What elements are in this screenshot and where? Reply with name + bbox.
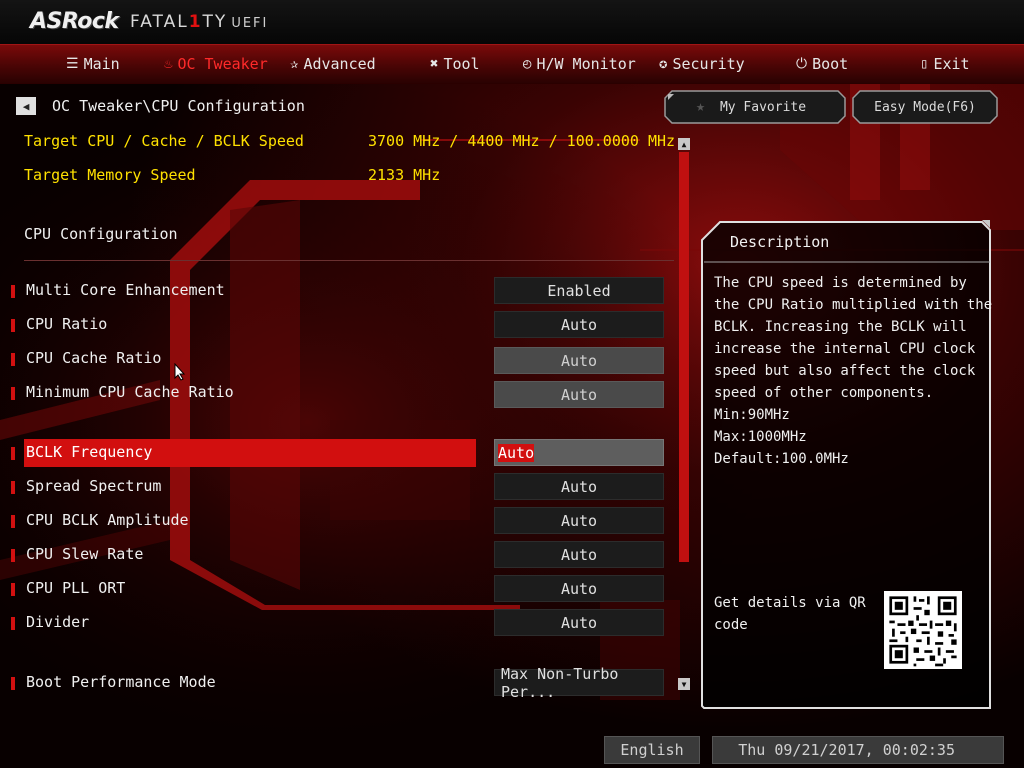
setting-label: CPU Cache Ratio: [26, 349, 162, 367]
row-marker: [11, 319, 15, 332]
breadcrumb: ◀ OC Tweaker\CPU Configuration: [16, 96, 305, 116]
fatal1ty-logo: FATAL1TY UEFI: [130, 12, 269, 32]
setting-value[interactable]: Auto: [494, 609, 664, 636]
setting-label: BCLK Frequency: [26, 443, 153, 461]
row-marker: [11, 447, 15, 460]
mouse-cursor-icon: [174, 363, 186, 381]
qr-caption: Get details via QR code: [714, 595, 866, 633]
setting-row[interactable]: CPU BCLK Amplitude Auto: [0, 507, 680, 535]
tab-exit[interactable]: ▯ Exit: [920, 53, 970, 75]
tab-advanced[interactable]: ✰ Advanced: [290, 53, 376, 75]
setting-value: Auto: [494, 347, 664, 374]
setting-row[interactable]: Minimum CPU Cache Ratio Auto: [0, 379, 680, 408]
setting-label: CPU Ratio: [26, 315, 108, 333]
setting-label: Boot Performance Mode: [26, 673, 216, 691]
flame-icon: ♨: [164, 56, 173, 72]
setting-row[interactable]: CPU Ratio Auto: [0, 311, 680, 339]
target-memory-label: Target Memory Speed: [24, 166, 196, 184]
tab-hw-monitor[interactable]: ◴ H/W Monitor: [523, 53, 636, 75]
tab-boot[interactable]: ⏻ Boot: [796, 53, 848, 75]
setting-value[interactable]: Auto: [494, 507, 664, 534]
description-panel: Description The CPU speed is determined …: [700, 220, 992, 710]
star-icon: ✰: [290, 56, 299, 72]
target-cpu-label: Target CPU / Cache / BCLK Speed: [24, 132, 304, 150]
tab-tool[interactable]: ✖ Tool: [430, 53, 480, 75]
row-marker: [11, 515, 15, 528]
row-marker: [11, 285, 15, 298]
setting-row[interactable]: Spread Spectrum Auto: [0, 473, 680, 501]
footer-bar: English Thu 09/21/2017, 00:02:35: [0, 732, 1024, 768]
row-marker: [11, 481, 15, 494]
setting-value[interactable]: Enabled: [494, 277, 664, 304]
datetime-display: Thu 09/21/2017, 00:02:35: [712, 736, 1004, 764]
top-bar: ASRock FATAL1TY UEFI: [0, 0, 1024, 44]
easy-mode-button[interactable]: Easy Mode(F6): [852, 90, 998, 124]
monitor-gauge-icon: ◴: [523, 56, 532, 72]
back-arrow-icon: ◀: [22, 99, 30, 113]
asrock-logo: ASRock: [30, 9, 119, 34]
setting-value[interactable]: Auto: [494, 311, 664, 338]
tab-security[interactable]: ✪ Security: [659, 53, 745, 75]
section-title: CPU Configuration: [24, 225, 178, 243]
scroll-down-arrow-icon[interactable]: ▼: [678, 678, 690, 690]
setting-value[interactable]: Auto: [494, 541, 664, 568]
row-marker: [11, 549, 15, 562]
bclk-frequency-input[interactable]: Auto: [494, 439, 664, 466]
setting-row-selected[interactable]: BCLK Frequency Auto: [0, 439, 680, 467]
my-favorite-button[interactable]: ★ My Favorite: [664, 90, 846, 124]
scroll-thumb[interactable]: [679, 152, 689, 562]
setting-row[interactable]: CPU Cache Ratio Auto: [0, 345, 680, 374]
exit-door-icon: ▯: [920, 56, 929, 72]
tab-oc-tweaker[interactable]: ♨ OC Tweaker: [164, 53, 268, 75]
target-memory-value: 2133 MHz: [368, 166, 441, 184]
main-nav: ☰ Main ♨ OC Tweaker ✰ Advanced ✖ Tool ◴ H/W M…: [0, 44, 1024, 84]
language-button[interactable]: English: [604, 736, 700, 764]
setting-label: CPU PLL ORT: [26, 579, 126, 597]
tools-icon: ✖: [430, 56, 439, 72]
setting-row[interactable]: Divider Auto: [0, 609, 680, 637]
description-title: Description: [730, 233, 830, 251]
list-icon: ☰: [66, 56, 79, 72]
setting-value: Auto: [494, 381, 664, 408]
description-text: The CPU speed is determined by the CPU R…: [714, 275, 993, 467]
target-cpu-value: 3700 MHz / 4400 MHz / 100.0000 MHz: [368, 132, 676, 150]
setting-value[interactable]: Max Non-Turbo Per...: [494, 665, 664, 701]
row-marker: [11, 583, 15, 596]
setting-label: Spread Spectrum: [26, 477, 162, 495]
power-icon: ⏻: [796, 56, 808, 72]
breadcrumb-path: OC Tweaker\CPU Configuration: [52, 97, 305, 115]
row-marker: [11, 677, 15, 690]
setting-label: Divider: [26, 613, 90, 631]
qr-code-image: [884, 591, 962, 669]
row-marker: [11, 617, 15, 630]
back-button[interactable]: ◀: [16, 97, 36, 115]
setting-row[interactable]: Multi Core Enhancement Enabled: [0, 277, 680, 305]
setting-row[interactable]: CPU Slew Rate Auto: [0, 541, 680, 569]
row-marker: [11, 353, 15, 366]
setting-label: CPU Slew Rate: [26, 545, 144, 563]
qr-pattern: [884, 591, 962, 669]
setting-label: Minimum CPU Cache Ratio: [26, 383, 234, 401]
setting-label: Multi Core Enhancement: [26, 281, 225, 299]
scrollbar[interactable]: ▲ ▼: [678, 138, 690, 694]
scroll-up-arrow-icon[interactable]: ▲: [678, 138, 690, 150]
divider: [24, 260, 674, 261]
setting-value[interactable]: Auto: [494, 575, 664, 602]
setting-value[interactable]: Auto: [494, 473, 664, 500]
setting-label: CPU BCLK Amplitude: [26, 511, 189, 529]
shield-icon: ✪: [659, 56, 668, 72]
setting-row[interactable]: Boot Performance Mode Max Non-Turbo Per.…: [0, 665, 680, 701]
tab-main[interactable]: ☰ Main: [66, 53, 120, 75]
row-marker: [11, 387, 15, 400]
setting-row[interactable]: CPU PLL ORT Auto: [0, 575, 680, 603]
